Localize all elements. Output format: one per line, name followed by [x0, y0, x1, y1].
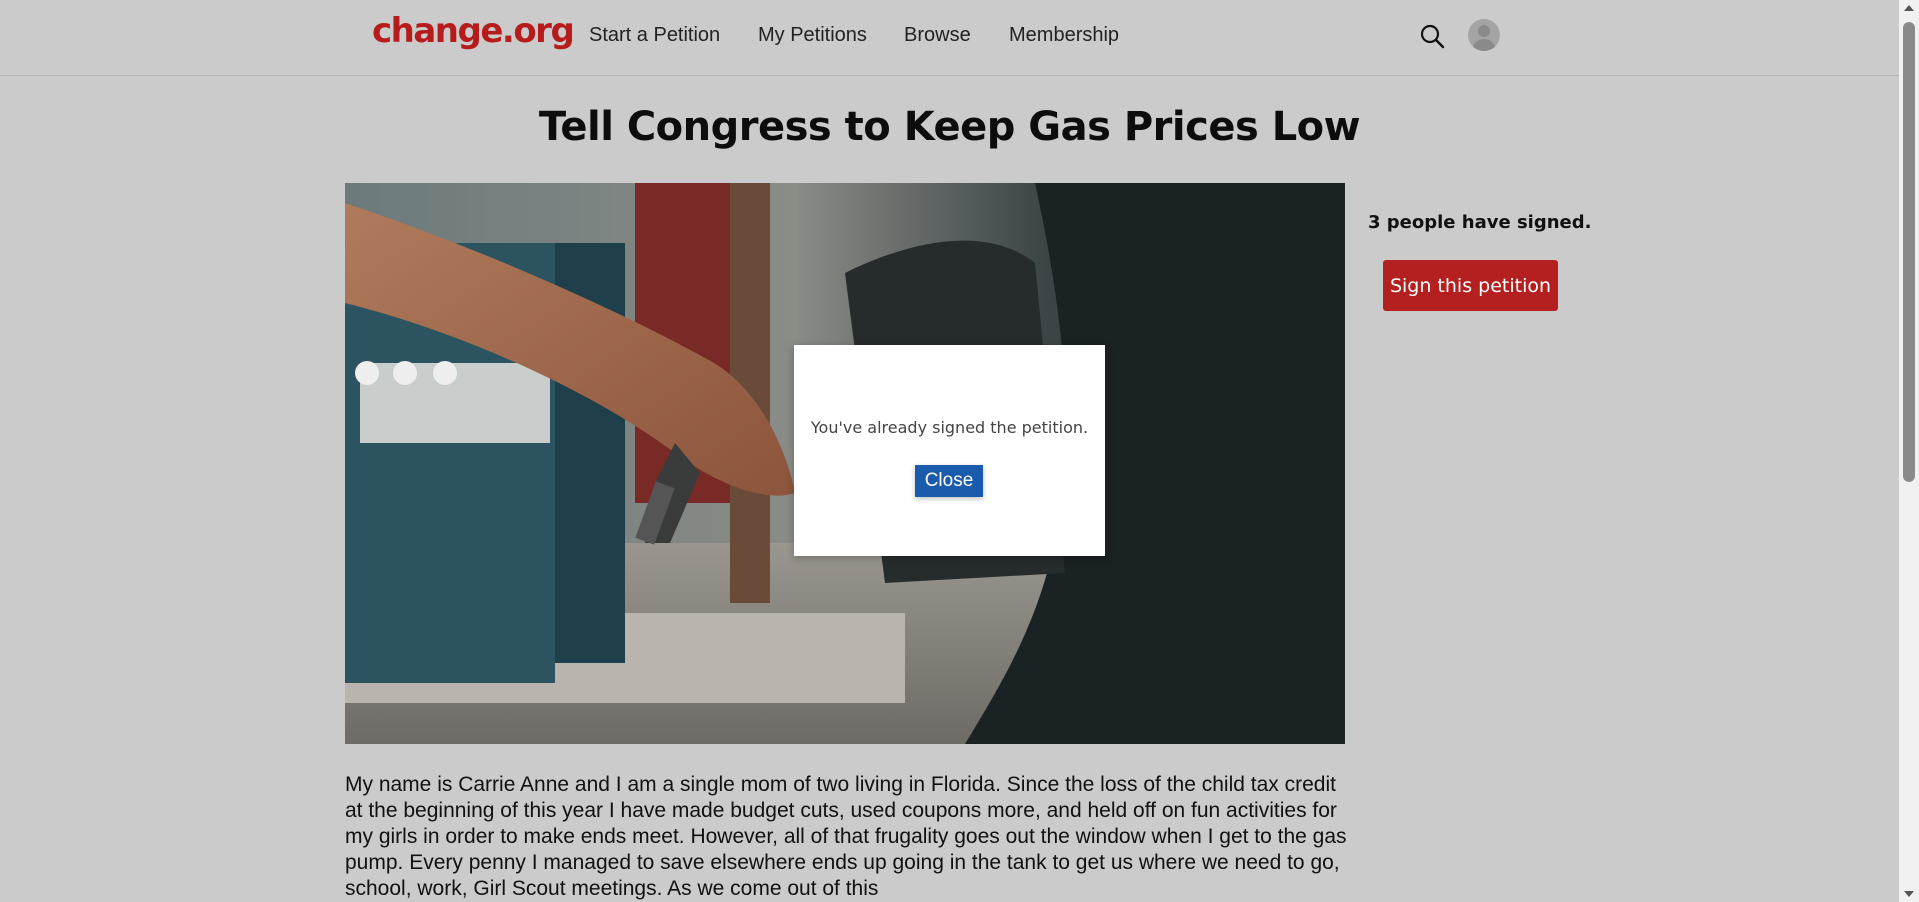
top-navbar: change.org Start a Petition My Petitions… [0, 0, 1899, 76]
already-signed-modal: You've already signed the petition. Clos… [794, 345, 1105, 556]
nav-browse[interactable]: Browse [904, 24, 971, 47]
scroll-up-arrow-icon[interactable] [1904, 5, 1914, 11]
petition-title: Tell Congress to Keep Gas Prices Low [538, 104, 1361, 150]
nav-my-petitions[interactable]: My Petitions [758, 24, 867, 47]
search-icon[interactable] [1418, 22, 1446, 50]
modal-message: You've already signed the petition. [810, 418, 1089, 437]
sign-petition-button[interactable]: Sign this petition [1383, 260, 1558, 311]
scroll-down-arrow-icon[interactable] [1904, 891, 1914, 897]
nav-membership[interactable]: Membership [1009, 24, 1119, 47]
signature-count: 3 people have signed. [1368, 212, 1592, 233]
change-org-logo[interactable]: change.org [372, 11, 575, 51]
petition-description: My name is Carrie Anne and I am a single… [345, 773, 1347, 900]
scroll-thumb[interactable] [1903, 22, 1915, 482]
user-avatar-icon[interactable] [1468, 19, 1500, 51]
nav-start-petition[interactable]: Start a Petition [589, 24, 720, 47]
close-button[interactable]: Close [915, 465, 983, 497]
page-scrollbar[interactable] [1899, 0, 1919, 902]
